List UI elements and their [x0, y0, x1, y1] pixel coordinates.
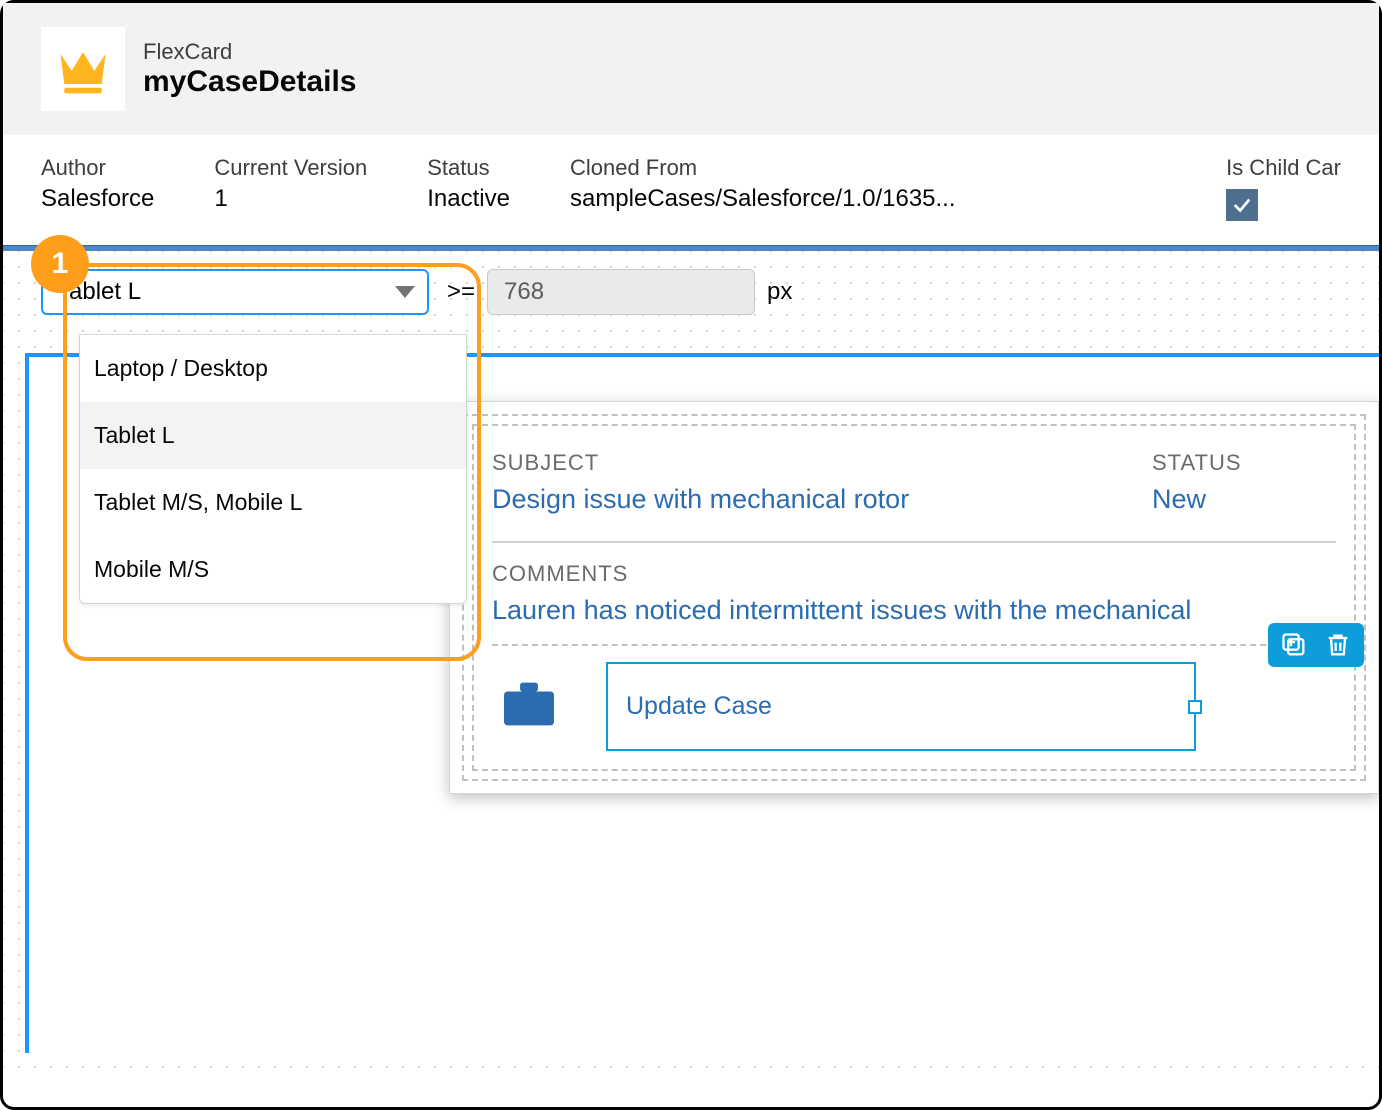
card-canvas[interactable]: SUBJECT Design issue with mechanical rot… [449, 401, 1379, 794]
delete-button[interactable] [1322, 629, 1354, 661]
author-value: Salesforce [41, 185, 154, 213]
chevron-down-icon [395, 286, 415, 298]
subject-value: Design issue with mechanical rotor [492, 484, 1072, 515]
briefcase-icon [500, 679, 558, 734]
status-value: Inactive [427, 185, 510, 213]
dropdown-option-tablet-l[interactable]: Tablet L [80, 402, 466, 469]
divider-line [492, 541, 1336, 543]
header-type-label: FlexCard [143, 39, 356, 65]
version-label: Current Version [214, 155, 367, 181]
cloned-value: sampleCases/Salesforce/1.0/1635... [570, 185, 956, 213]
element-action-toolbar [1268, 623, 1364, 667]
version-value: 1 [214, 185, 367, 213]
dropdown-option-tablet-ms[interactable]: Tablet M/S, Mobile L [80, 469, 466, 536]
card-status-value: New [1152, 484, 1242, 515]
resize-handle[interactable] [1188, 700, 1202, 714]
device-dropdown: Laptop / Desktop Tablet L Tablet M/S, Mo… [79, 334, 467, 604]
action-row: Update Case [492, 644, 1336, 759]
px-unit-label: px [767, 278, 792, 306]
status-label: Status [427, 155, 510, 181]
crown-icon [41, 27, 125, 111]
clone-button[interactable] [1278, 629, 1310, 661]
cloned-label: Cloned From [570, 155, 956, 181]
child-label: Is Child Car [1226, 155, 1341, 181]
breakpoint-input[interactable] [487, 269, 755, 315]
comments-value: Lauren has noticed intermittent issues w… [492, 595, 1336, 626]
child-checkbox[interactable] [1226, 189, 1258, 221]
page-header: FlexCard myCaseDetails [3, 3, 1379, 135]
header-title: myCaseDetails [143, 65, 356, 99]
subject-label: SUBJECT [492, 450, 1072, 476]
card-status-label: STATUS [1152, 450, 1242, 476]
update-case-label: Update Case [626, 692, 772, 720]
dashed-container-inner: SUBJECT Design issue with mechanical rot… [472, 424, 1356, 771]
callout-marker-1: 1 [31, 235, 89, 293]
meta-row: Author Salesforce Current Version 1 Stat… [3, 135, 1379, 245]
responsive-toolbar: 1 Tablet L Laptop / Desktop Tablet L Tab… [3, 251, 1379, 333]
comments-label: COMMENTS [492, 561, 1336, 587]
author-label: Author [41, 155, 154, 181]
operator-label: >= [447, 278, 475, 306]
update-case-element[interactable]: Update Case [606, 662, 1196, 751]
device-select[interactable]: Tablet L [41, 269, 429, 315]
canvas-area: 1 Tablet L Laptop / Desktop Tablet L Tab… [3, 251, 1379, 1081]
dashed-container-outer: SUBJECT Design issue with mechanical rot… [462, 414, 1366, 781]
dropdown-option-mobile-ms[interactable]: Mobile M/S [80, 536, 466, 603]
dropdown-option-laptop[interactable]: Laptop / Desktop [80, 335, 466, 402]
